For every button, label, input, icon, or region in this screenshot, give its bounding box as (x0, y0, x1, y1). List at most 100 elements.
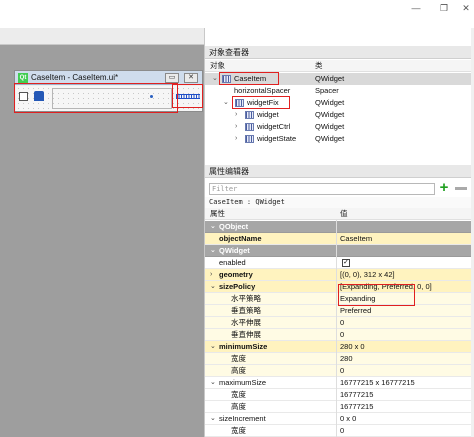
collapse-arrow-icon[interactable]: ⌄ (210, 281, 216, 293)
prop-row-min-width[interactable]: 宽度 280 (205, 353, 471, 365)
right-dock-panel: 对象查看器 对象 类 ⌄ CaseItem QWidget horizontal… (204, 28, 474, 437)
widget-container[interactable] (52, 88, 172, 109)
prop-name: enabled (219, 258, 246, 267)
remove-property-icon[interactable] (455, 187, 467, 190)
prop-name: 水平伸展 (231, 318, 261, 327)
prop-value[interactable]: [Expanding, Preferred, 0, 0] (340, 281, 432, 293)
prop-row-enabled[interactable]: enabled ✓ (205, 257, 471, 269)
prop-row-vpolicy[interactable]: 垂直策略 Preferred (205, 305, 471, 317)
collapse-arrow-icon[interactable]: ⌄ (210, 341, 216, 353)
object-inspector-header: 对象查看器 (205, 46, 474, 59)
prop-name: 宽度 (231, 354, 246, 363)
widget-icon (235, 99, 244, 107)
add-property-icon[interactable]: + (437, 180, 451, 196)
subwindow-close-button[interactable]: ✕ (184, 73, 198, 83)
collapse-arrow-icon[interactable]: ⌄ (210, 413, 216, 425)
prop-row-sizepolicy[interactable]: ⌄ sizePolicy [Expanding, Preferred, 0, 0… (205, 281, 471, 293)
prop-row-hpolicy[interactable]: 水平策略 Expanding (205, 293, 471, 305)
tree-item-class: QWidget (315, 74, 345, 83)
tree-item-horizontalspacer[interactable]: horizontalSpacer Spacer (205, 85, 474, 97)
prop-value[interactable]: 0 (340, 317, 344, 329)
prop-group-qwidget[interactable]: ⌄ QWidget (205, 245, 471, 257)
column-value[interactable]: 值 (340, 208, 348, 220)
expand-arrow-icon[interactable]: › (235, 121, 237, 133)
tree-item-name: widget (257, 110, 279, 119)
prop-row-hstretch[interactable]: 水平伸展 0 (205, 317, 471, 329)
widget-icon (245, 135, 254, 143)
enabled-checkbox[interactable]: ✓ (342, 259, 350, 267)
prop-name: geometry (219, 270, 253, 279)
prop-row-sizeincrement[interactable]: ⌄ sizeIncrement 0 x 0 (205, 413, 471, 425)
prop-row-max-height[interactable]: 高度 16777215 (205, 401, 471, 413)
collapse-arrow-icon[interactable]: ⌄ (210, 221, 216, 233)
close-button[interactable]: ✕ (456, 2, 474, 14)
prop-row-max-width[interactable]: 宽度 16777215 (205, 389, 471, 401)
column-divider (336, 220, 337, 437)
status-dot-icon (150, 95, 153, 98)
prop-value[interactable]: 16777215 (340, 389, 373, 401)
prop-value[interactable]: 0 (340, 365, 344, 377)
prop-row-inc-width[interactable]: 宽度 0 (205, 425, 471, 437)
collapse-arrow-icon[interactable]: ⌄ (212, 73, 218, 85)
prop-value[interactable]: 280 (340, 353, 353, 365)
subwindow-titlebar[interactable]: Qt CaseItem - CaseItem.ui* ▭ ✕ (15, 71, 202, 85)
column-property[interactable]: 属性 (210, 208, 225, 220)
minimize-button[interactable]: — (406, 2, 426, 14)
form-canvas[interactable] (16, 86, 202, 111)
state-checkbox[interactable] (19, 92, 28, 101)
property-filter-row: Filter + (207, 180, 473, 196)
maximize-button[interactable]: ❐ (434, 2, 454, 14)
editor-toolbar (0, 28, 204, 45)
property-filter-input[interactable]: Filter (209, 183, 435, 195)
tree-item-name: widgetFix (247, 98, 279, 107)
prop-name: minimumSize (219, 342, 268, 351)
device-icon[interactable] (34, 91, 44, 101)
column-class[interactable]: 类 (315, 60, 323, 72)
prop-row-vstretch[interactable]: 垂直伸展 0 (205, 329, 471, 341)
prop-value[interactable]: 16777215 x 16777215 (340, 377, 415, 389)
prop-value[interactable]: [(0, 0), 312 x 42] (340, 269, 395, 281)
prop-name: 水平策略 (231, 294, 261, 303)
prop-group-qobject[interactable]: ⌄ QObject (205, 221, 471, 233)
prop-name: sizeIncrement (219, 414, 266, 423)
prop-row-minimumsize[interactable]: ⌄ minimumSize 280 x 0 (205, 341, 471, 353)
prop-value[interactable]: 0 x 0 (340, 413, 356, 425)
expand-arrow-icon[interactable]: › (235, 109, 237, 121)
tree-item-widgetctrl[interactable]: › widgetCtrl QWidget (205, 121, 474, 133)
prop-name: objectName (219, 234, 262, 243)
prop-name: maximumSize (219, 378, 267, 387)
prop-value[interactable]: 16777215 (340, 401, 373, 413)
prop-row-geometry[interactable]: › geometry [(0, 0), 312 x 42] (205, 269, 471, 281)
tree-item-widgetfix[interactable]: ⌄ widgetFix QWidget (205, 97, 474, 109)
tree-item-name: widgetState (257, 134, 297, 143)
tree-item-widget[interactable]: › widget QWidget (205, 109, 474, 121)
prop-name: 高度 (231, 366, 246, 375)
prop-row-maximumsize[interactable]: ⌄ maximumSize 16777215 x 16777215 (205, 377, 471, 389)
subwindow-restore-button[interactable]: ▭ (165, 73, 179, 83)
collapse-arrow-icon[interactable]: ⌄ (210, 245, 216, 257)
property-editor-header: 属性编辑器 (205, 165, 474, 178)
prop-value[interactable]: 0 (340, 329, 344, 341)
column-object[interactable]: 对象 (210, 60, 225, 72)
horizontal-spacer-spring-icon[interactable] (176, 94, 200, 99)
prop-group-name: QObject (219, 222, 249, 231)
prop-value[interactable]: CaseItem (340, 233, 372, 245)
form-subwindow[interactable]: Qt CaseItem - CaseItem.ui* ▭ ✕ (14, 70, 203, 112)
tree-item-caseitem[interactable]: ⌄ CaseItem QWidget (205, 73, 474, 85)
prop-value[interactable]: Preferred (340, 305, 371, 317)
expand-arrow-icon[interactable]: › (210, 269, 212, 281)
subwindow-title: CaseItem - CaseItem.ui* (31, 73, 119, 82)
widget-icon (245, 111, 254, 119)
prop-value[interactable]: Expanding (340, 293, 375, 305)
collapse-arrow-icon[interactable]: ⌄ (223, 97, 229, 109)
tree-item-class: Spacer (315, 86, 339, 95)
collapse-arrow-icon[interactable]: ⌄ (210, 377, 216, 389)
prop-name: sizePolicy (219, 282, 256, 291)
prop-name: 宽度 (231, 390, 246, 399)
prop-row-min-height[interactable]: 高度 0 (205, 365, 471, 377)
expand-arrow-icon[interactable]: › (235, 133, 237, 145)
prop-value[interactable]: 0 (340, 425, 344, 437)
tree-item-widgetstate[interactable]: › widgetState QWidget (205, 133, 474, 145)
prop-row-objectname[interactable]: objectName CaseItem (205, 233, 471, 245)
prop-value[interactable]: 280 x 0 (340, 341, 365, 353)
